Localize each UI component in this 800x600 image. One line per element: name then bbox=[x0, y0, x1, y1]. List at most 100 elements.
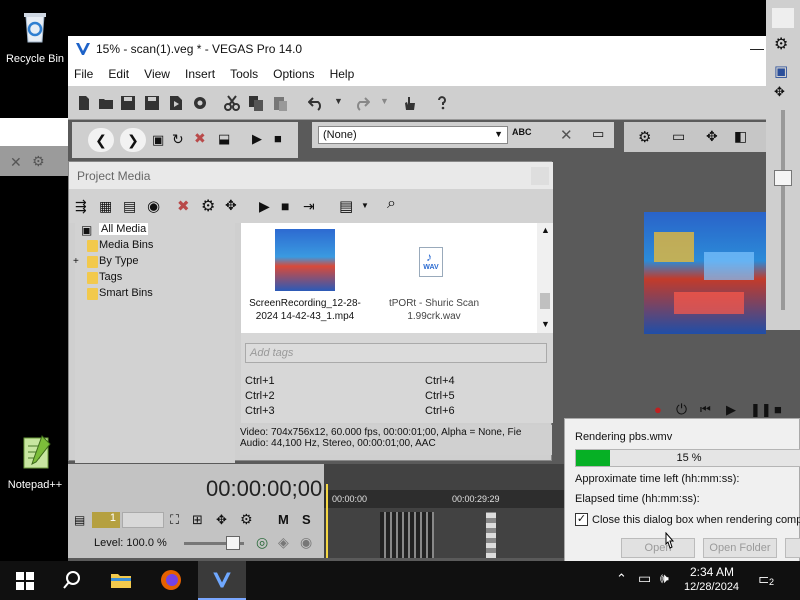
loop-icon[interactable]: ⏻ bbox=[676, 401, 687, 418]
copy-icon[interactable] bbox=[248, 95, 264, 111]
refresh-icon[interactable]: ↻ bbox=[172, 131, 184, 148]
menu-options[interactable]: Options bbox=[267, 64, 320, 81]
shortcut-ctrl4[interactable]: Ctrl+4 bbox=[425, 375, 455, 387]
mute-button[interactable]: M bbox=[278, 512, 289, 527]
search-icon[interactable] bbox=[62, 570, 82, 590]
back-button[interactable]: ❮ bbox=[88, 128, 114, 152]
notifications-button[interactable]: ▭ 2 bbox=[758, 569, 780, 589]
shortcut-ctrl1[interactable]: Ctrl+1 bbox=[245, 375, 275, 387]
properties-gear-icon[interactable] bbox=[192, 95, 208, 111]
vertical-slider-track[interactable] bbox=[781, 110, 785, 310]
trimmer-media-select[interactable]: (None) ▼ bbox=[318, 126, 508, 144]
record-icon[interactable]: ● bbox=[654, 402, 662, 417]
motion-icon[interactable]: ⛶ bbox=[170, 512, 179, 528]
grid-scrollbar[interactable]: ▲ ▼ bbox=[537, 223, 553, 333]
playhead-marker[interactable] bbox=[326, 484, 328, 558]
split-icon[interactable]: ✥ bbox=[225, 197, 237, 214]
parent-icon[interactable]: ◉ bbox=[300, 534, 312, 551]
render-as-icon[interactable] bbox=[168, 95, 184, 111]
save-as-icon[interactable] bbox=[144, 95, 160, 111]
video-event-clip[interactable] bbox=[380, 512, 434, 558]
play-icon[interactable]: ▶ bbox=[259, 198, 270, 215]
stop-icon[interactable]: ■ bbox=[774, 402, 782, 417]
add-tags-input[interactable]: Add tags bbox=[245, 343, 547, 363]
redo-dropdown-icon[interactable]: ▼ bbox=[380, 96, 389, 106]
touch-hand-icon[interactable] bbox=[402, 95, 418, 111]
scroll-down-icon[interactable]: ▼ bbox=[541, 319, 550, 329]
track-expand-icon[interactable]: ▤ bbox=[74, 513, 85, 527]
shortcut-ctrl2[interactable]: Ctrl+2 bbox=[245, 390, 275, 402]
firefox-icon[interactable] bbox=[160, 569, 182, 591]
fx-chain-icon[interactable]: ◎ bbox=[256, 534, 268, 551]
project-media-close-button[interactable] bbox=[531, 167, 549, 185]
menu-insert[interactable]: Insert bbox=[179, 64, 221, 81]
menu-help[interactable]: Help bbox=[324, 64, 361, 81]
open-icon[interactable] bbox=[98, 95, 114, 111]
vegas-taskbar-button[interactable] bbox=[198, 561, 246, 600]
delete-icon[interactable]: ✕ bbox=[560, 126, 573, 144]
undo-icon[interactable] bbox=[308, 95, 324, 111]
redo-icon[interactable] bbox=[354, 95, 370, 111]
views-icon[interactable]: ▤ bbox=[339, 197, 353, 215]
delete-icon[interactable]: ✖ bbox=[194, 130, 206, 147]
help-icon[interactable] bbox=[434, 95, 450, 111]
get-media-icon[interactable]: ▤ bbox=[123, 198, 136, 215]
close-when-done-checkbox[interactable]: ✓ bbox=[575, 513, 588, 526]
split-icon[interactable]: ✥ bbox=[706, 128, 718, 145]
shortcut-ctrl6[interactable]: Ctrl+6 bbox=[425, 405, 455, 417]
tree-item-all-media[interactable]: ▣ All Media bbox=[81, 223, 149, 239]
auto-preview-icon[interactable]: ⇥ bbox=[303, 198, 315, 215]
menu-tools[interactable]: Tools bbox=[224, 64, 264, 81]
delete-icon[interactable]: ✖ bbox=[177, 197, 190, 215]
undo-dropdown-icon[interactable]: ▼ bbox=[334, 96, 343, 106]
tree-item-by-type[interactable]: + By Type bbox=[73, 255, 139, 271]
abc-tools-icon[interactable]: ABC bbox=[512, 127, 532, 137]
gear-icon[interactable]: ⚙ bbox=[32, 153, 45, 170]
play-icon[interactable]: ▶ bbox=[252, 131, 262, 147]
paste-icon[interactable] bbox=[272, 95, 288, 111]
media-file-item[interactable]: ♪ WAV tPORt - Shuric Scan 1.99crk.wav bbox=[369, 223, 499, 323]
capture-icon[interactable]: ▦ bbox=[99, 198, 112, 215]
tree-item-smart-bins[interactable]: Smart Bins bbox=[87, 287, 153, 303]
event-clip-end[interactable] bbox=[486, 512, 496, 558]
dialog-extra-button[interactable] bbox=[785, 538, 800, 558]
import-media-icon[interactable]: ⇶ bbox=[75, 198, 87, 215]
gear-icon[interactable]: ⚙ bbox=[774, 34, 788, 54]
track-name-field[interactable] bbox=[122, 512, 164, 528]
minimize-button[interactable]: — bbox=[750, 40, 764, 56]
preview-mode-icon[interactable]: ◧ bbox=[734, 128, 747, 145]
close-icon[interactable]: ✕ bbox=[10, 154, 22, 171]
open-button[interactable]: Open bbox=[621, 538, 695, 558]
pause-icon[interactable]: ❚❚ bbox=[750, 402, 772, 418]
add-to-project-icon[interactable]: ⬓ bbox=[218, 131, 230, 147]
views-dropdown-icon[interactable]: ▼ bbox=[361, 201, 369, 210]
scroll-up-icon[interactable]: ▲ bbox=[541, 225, 550, 235]
desktop-icon-notepad[interactable]: Notepad++ bbox=[0, 434, 70, 491]
gear-icon[interactable]: ⚙ bbox=[240, 511, 253, 528]
save-icon[interactable] bbox=[120, 95, 136, 111]
forward-button[interactable]: ❯ bbox=[120, 128, 146, 152]
shortcut-ctrl3[interactable]: Ctrl+3 bbox=[245, 405, 275, 417]
solo-button[interactable]: S bbox=[302, 512, 311, 527]
up-folder-icon[interactable]: ▣ bbox=[152, 132, 164, 148]
clock-time[interactable]: 2:34 AM bbox=[690, 565, 734, 579]
tree-item-tags[interactable]: Tags bbox=[87, 271, 122, 287]
stop-icon[interactable]: ■ bbox=[281, 198, 289, 214]
gear-icon[interactable]: ⚙ bbox=[201, 196, 215, 216]
desktop-icon-recycle-bin[interactable]: Recycle Bin bbox=[0, 8, 70, 65]
shortcut-ctrl5[interactable]: Ctrl+5 bbox=[425, 390, 455, 402]
tree-item-media-bins[interactable]: Media Bins bbox=[87, 239, 153, 255]
cut-icon[interactable] bbox=[224, 95, 240, 111]
gear-icon[interactable]: ⚙ bbox=[638, 128, 651, 146]
menu-view[interactable]: View bbox=[138, 64, 176, 81]
scrollbar-thumb[interactable] bbox=[540, 293, 550, 309]
file-explorer-icon[interactable] bbox=[110, 571, 132, 589]
monitor-icon[interactable]: ▭ bbox=[592, 126, 604, 142]
vertical-slider-handle[interactable] bbox=[774, 170, 792, 186]
composite-mode-icon[interactable]: ◈ bbox=[278, 534, 289, 551]
split-icon[interactable]: ✥ bbox=[774, 84, 785, 100]
media-file-item[interactable]: ScreenRecording_12-28-2024 14-42-43_1.mp… bbox=[241, 223, 369, 323]
split-icon[interactable]: ✥ bbox=[216, 512, 227, 528]
rewind-icon[interactable]: ⏮ bbox=[700, 402, 711, 417]
windows-start-icon[interactable] bbox=[16, 572, 34, 590]
